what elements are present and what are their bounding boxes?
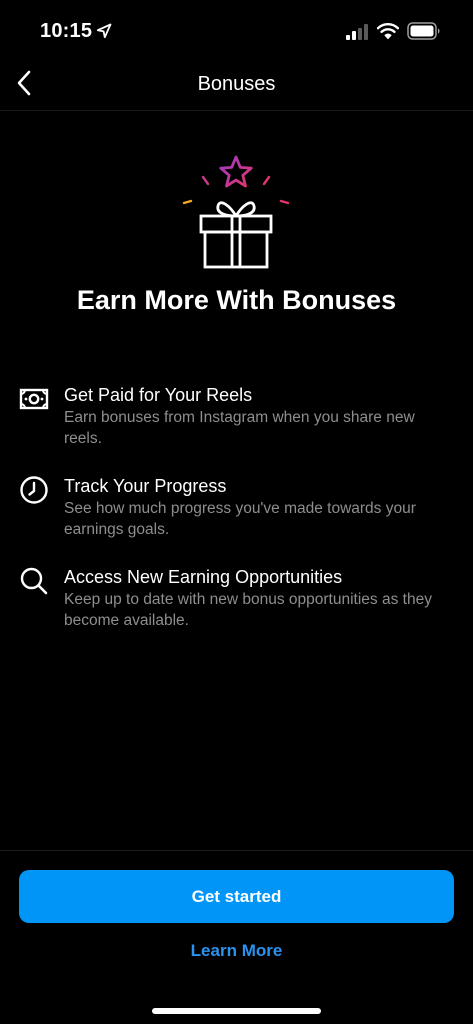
cellular-signal-icon [346,24,368,40]
home-indicator[interactable] [152,1008,321,1014]
feature-description: Keep up to date with new bonus opportuni… [64,591,432,629]
learn-more-link[interactable]: Learn More [0,941,473,961]
page-title: Bonuses [197,73,276,95]
money-icon [19,388,49,410]
battery-icon [407,22,440,40]
nav-bar: Bonuses [0,60,473,111]
hero-title: Earn More With Bonuses [76,285,397,315]
feature-title: Access New Earning Opportunities [64,567,343,587]
search-icon [20,567,48,595]
wifi-icon [377,22,399,40]
feature-title: Track Your Progress [64,476,227,496]
divider [0,850,473,851]
gift-star-icon [182,155,290,269]
status-bar: 10:15 [0,0,473,60]
status-time: 10:15 [40,20,93,42]
feature-description: See how much progress you've made toward… [64,500,416,538]
location-arrow-icon [96,23,112,39]
clock-icon [20,476,48,504]
feature-description: Earn bonuses from Instagram when you sha… [64,409,415,447]
get-started-button[interactable]: Get started [19,870,454,923]
feature-title: Get Paid for Your Reels [64,385,253,405]
